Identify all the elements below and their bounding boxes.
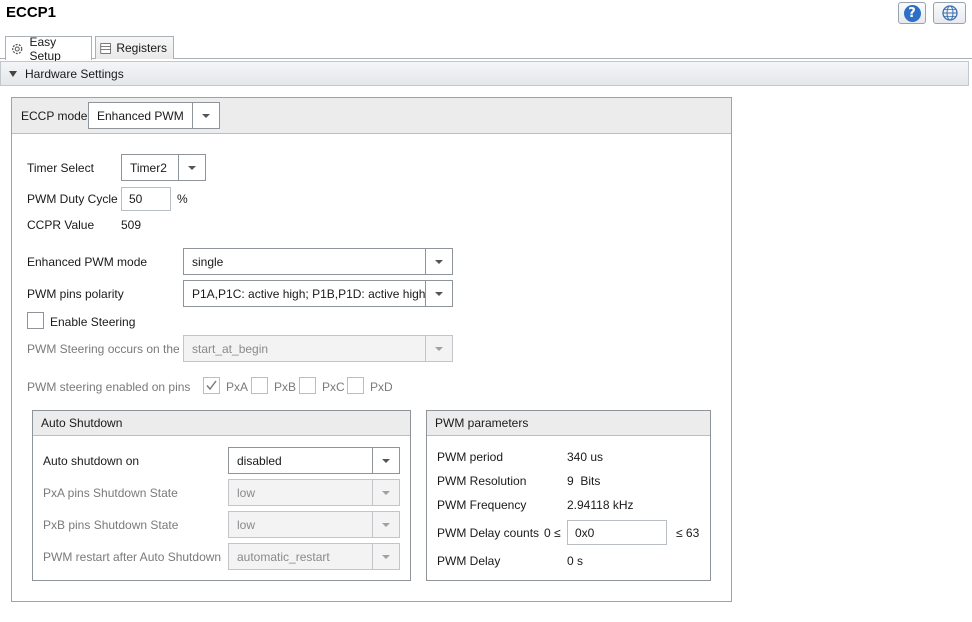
help-button[interactable]: ? (898, 2, 926, 24)
tab-registers-label: Registers (116, 41, 167, 55)
pins-polarity-value: P1A,P1C: active high; P1B,P1D: active hi… (192, 286, 425, 301)
pxb-checkbox[interactable] (251, 377, 268, 394)
pxc-checkbox[interactable] (299, 377, 316, 394)
pwm-frequency-value: 2.94118 kHz (567, 498, 634, 512)
collapse-triangle-icon (9, 70, 17, 77)
chevron-down-icon (178, 155, 205, 180)
chevron-down-icon (425, 336, 452, 361)
pwm-frequency-label: PWM Frequency (437, 498, 527, 512)
pxa-shutdown-select[interactable]: low (228, 479, 400, 506)
tab-easy-setup-label: Easy Setup (29, 34, 61, 63)
pxc-label: PxC (322, 380, 345, 394)
duty-cycle-value: 50 (129, 192, 143, 206)
auto-shutdown-on-value: disabled (237, 453, 282, 468)
pwm-parameters-title: PWM parameters (435, 416, 529, 430)
pwm-delay-label: PWM Delay (437, 554, 501, 568)
auto-shutdown-on-label: Auto shutdown on (43, 454, 140, 468)
check-icon (206, 380, 217, 391)
pins-polarity-label: PWM pins polarity (27, 287, 124, 301)
chevron-down-icon (372, 480, 399, 505)
steering-occurs-label: PWM Steering occurs on the (27, 342, 180, 356)
enable-steering-checkbox[interactable] (27, 312, 44, 329)
steering-occurs-value: start_at_begin (192, 341, 269, 356)
restart-select[interactable]: automatic_restart (228, 543, 400, 570)
duty-cycle-label: PWM Duty Cycle (27, 192, 118, 206)
restart-label: PWM restart after Auto Shutdown (43, 550, 222, 564)
enhanced-mode-value: single (192, 254, 224, 269)
pxa-shutdown-value: low (237, 485, 256, 500)
pwm-period-value: 340 us (567, 450, 604, 464)
enhanced-mode-label: Enhanced PWM mode (27, 255, 148, 269)
tab-registers[interactable]: Registers (95, 36, 174, 59)
timer-select-label: Timer Select (27, 161, 94, 175)
pwm-delay-counts-max: ≤ 63 (676, 526, 700, 540)
pwm-delay-counts-input[interactable]: 0x0 (567, 520, 667, 545)
auto-shutdown-title: Auto Shutdown (41, 416, 123, 430)
pwm-delay-counts-value: 0x0 (575, 525, 595, 540)
duty-cycle-unit: % (177, 192, 188, 206)
window-title: ECCP1 (6, 4, 57, 21)
globe-button[interactable] (933, 2, 966, 24)
chevron-down-icon (372, 448, 399, 473)
auto-shutdown-on-select[interactable]: disabled (228, 447, 400, 474)
hardware-settings-header[interactable]: Hardware Settings (0, 61, 969, 86)
chevron-down-icon (425, 249, 452, 274)
pwm-delay-value: 0 s (567, 554, 584, 568)
chevron-down-icon (192, 103, 219, 128)
tab-easy-setup[interactable]: Easy Setup (5, 34, 92, 63)
enable-steering-label: Enable Steering (50, 315, 136, 329)
pxa-checkbox[interactable] (203, 377, 220, 394)
pxb-shutdown-label: PxB pins Shutdown State (43, 518, 179, 532)
pwm-delay-counts-label: PWM Delay counts (437, 526, 540, 540)
eccp-mode-label: ECCP mode (21, 109, 88, 123)
pxd-checkbox[interactable] (347, 377, 364, 394)
list-icon (100, 42, 111, 54)
chevron-down-icon (372, 512, 399, 537)
chevron-down-icon (372, 544, 399, 569)
eccp-mode-select[interactable]: Enhanced PWM (88, 102, 220, 129)
timer-select[interactable]: Timer2 (121, 154, 206, 181)
pxb-shutdown-select[interactable]: low (228, 511, 400, 538)
steering-pins-label: PWM steering enabled on pins (27, 380, 191, 394)
pwm-delay-counts-min: 0 ≤ (544, 526, 561, 540)
pwm-parameters-header: PWM parameters (427, 411, 710, 436)
help-icon: ? (903, 4, 921, 22)
section-title: Hardware Settings (25, 66, 124, 81)
ccpr-value: 509 (121, 218, 142, 232)
gear-icon (12, 43, 23, 54)
globe-icon (941, 5, 958, 21)
pxa-label: PxA (226, 380, 249, 394)
restart-value: automatic_restart (237, 549, 330, 564)
pwm-resolution-value: 9 Bits (567, 474, 601, 488)
pxb-shutdown-value: low (237, 517, 256, 532)
pxd-label: PxD (370, 380, 393, 394)
pwm-resolution-label: PWM Resolution (437, 474, 527, 488)
pins-polarity-select[interactable]: P1A,P1C: active high; P1B,P1D: active hi… (183, 280, 453, 307)
ccpr-label: CCPR Value (27, 218, 95, 232)
pxa-shutdown-label: PxA pins Shutdown State (43, 486, 178, 500)
chevron-down-icon (425, 281, 452, 306)
pwm-period-label: PWM period (437, 450, 504, 464)
enhanced-mode-select[interactable]: single (183, 248, 453, 275)
pxb-label: PxB (274, 380, 297, 394)
steering-occurs-select[interactable]: start_at_begin (183, 335, 453, 362)
auto-shutdown-header: Auto Shutdown (33, 411, 410, 436)
timer-select-value: Timer2 (130, 160, 167, 175)
duty-cycle-input[interactable]: 50 (121, 187, 171, 211)
eccp-mode-value: Enhanced PWM (97, 108, 184, 123)
